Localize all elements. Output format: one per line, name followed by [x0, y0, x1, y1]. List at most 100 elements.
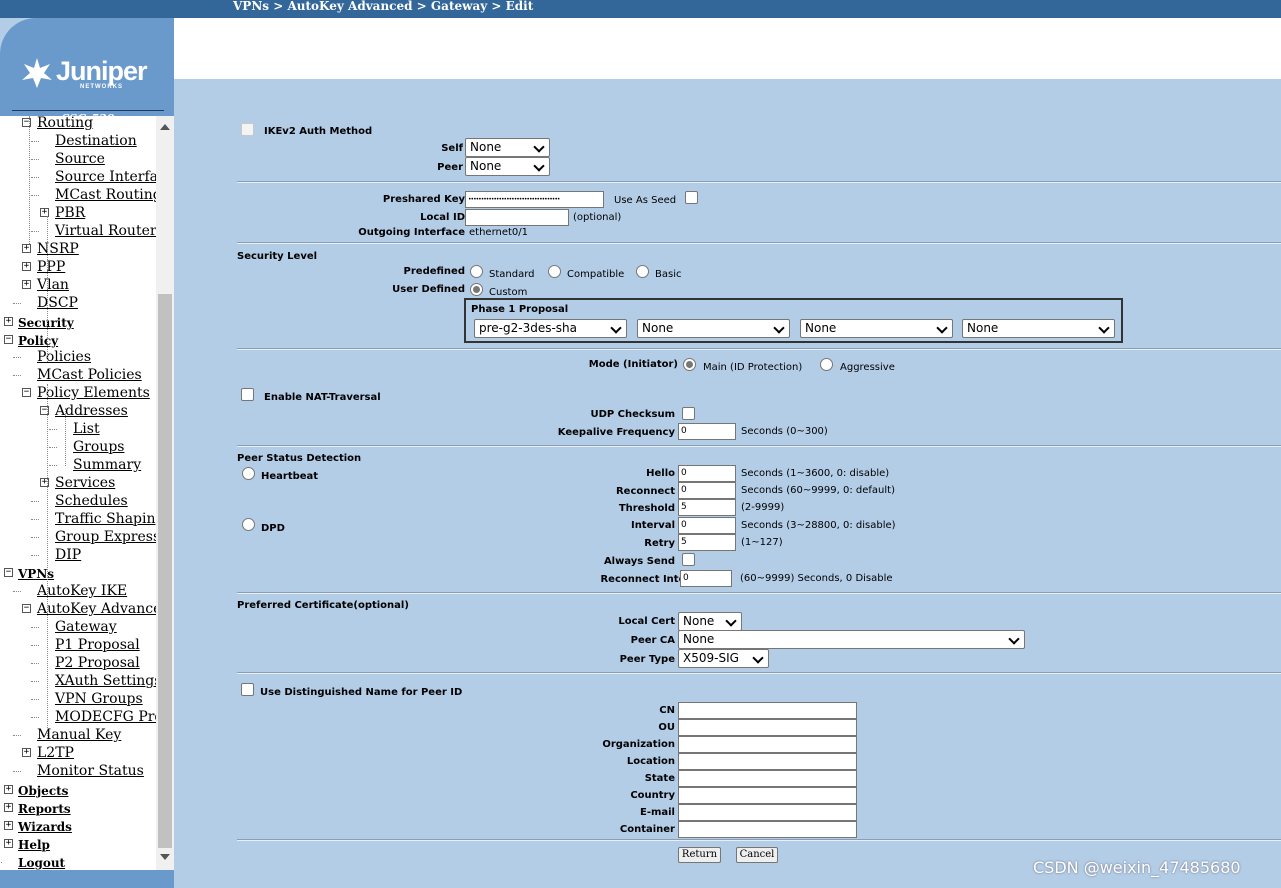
expand-icon[interactable]: +: [22, 244, 31, 253]
nav-item-groups[interactable]: Groups: [73, 438, 124, 456]
nav-item-autokey-advanced[interactable]: AutoKey Advanced: [37, 600, 156, 618]
nav-item-traffic-shaping[interactable]: Traffic Shaping: [55, 510, 156, 528]
nav-item-l2tp[interactable]: L2TP: [37, 744, 74, 762]
keepalive-input[interactable]: 0: [678, 423, 736, 440]
udp-checksum-checkbox[interactable]: [682, 407, 695, 420]
use-dn-checkbox[interactable]: [241, 683, 254, 696]
nav-item-help[interactable]: Help: [18, 836, 50, 854]
scroll-up-icon[interactable]: [160, 124, 170, 130]
nav-item-vlan[interactable]: Vlan: [37, 276, 69, 294]
nav-item-destination[interactable]: Destination: [55, 132, 137, 150]
nav-item-pbr[interactable]: PBR: [55, 204, 85, 222]
nav-item-reports[interactable]: Reports: [18, 800, 71, 818]
use-as-seed-checkbox[interactable]: [685, 191, 698, 204]
local-id-input[interactable]: [465, 209, 569, 226]
nav-item-monitor-status[interactable]: Monitor Status: [37, 762, 144, 780]
nav-item-wizards[interactable]: Wizards: [18, 818, 72, 836]
dn-state-input[interactable]: [678, 770, 857, 787]
peer-select[interactable]: None: [465, 157, 550, 176]
nav-item-services[interactable]: Services: [55, 474, 115, 492]
nav-item-list[interactable]: List: [73, 420, 100, 438]
hello-input[interactable]: 0: [678, 465, 736, 482]
psk-input[interactable]: ••••••••••••••••••••••••••••••••••••: [465, 191, 604, 208]
nav-item-p2-proposal[interactable]: P2 Proposal: [55, 654, 140, 672]
nav-item-dscp[interactable]: DSCP: [37, 294, 78, 312]
nav-item-ppp[interactable]: PPP: [37, 258, 65, 276]
peer-type-select[interactable]: X509-SIG: [678, 649, 769, 668]
dn-cn-input[interactable]: [678, 702, 857, 719]
ikev2-checkbox[interactable]: [241, 123, 254, 136]
self-select[interactable]: None: [465, 138, 550, 157]
expand-icon[interactable]: +: [4, 785, 13, 794]
nav-item-xauth-settings[interactable]: XAuth Settings: [55, 672, 156, 690]
collapse-icon[interactable]: −: [22, 388, 31, 397]
nav-item-objects[interactable]: Objects: [18, 782, 68, 800]
interval-input[interactable]: 0: [678, 517, 736, 534]
radio-standard[interactable]: [470, 265, 483, 278]
nav-item-mcast-policies[interactable]: MCast Policies: [37, 366, 142, 384]
collapse-icon[interactable]: −: [4, 568, 13, 577]
collapse-icon[interactable]: −: [22, 604, 31, 613]
peer-ca-select[interactable]: None: [678, 630, 1025, 649]
nav-item-gateway[interactable]: Gateway: [55, 618, 117, 636]
nav-item-p1-proposal[interactable]: P1 Proposal: [55, 636, 140, 654]
tree-connector: [47, 384, 48, 588]
always-send-checkbox[interactable]: [682, 553, 695, 566]
p1-proposal-select-3[interactable]: None: [800, 319, 953, 338]
expand-icon[interactable]: +: [4, 821, 13, 830]
p1-proposal-select-1[interactable]: pre-g2-3des-sha: [474, 319, 627, 338]
nav-item-summary[interactable]: Summary: [73, 456, 141, 474]
nav-item-security[interactable]: Security: [18, 314, 74, 332]
retry-input[interactable]: 5: [678, 534, 736, 551]
dn-container-input[interactable]: [678, 821, 857, 838]
radio-compatible[interactable]: [548, 265, 561, 278]
dn-ou-input[interactable]: [678, 719, 857, 736]
nav-item-dip[interactable]: DIP: [55, 546, 81, 564]
radio-main-mode[interactable]: [683, 358, 696, 371]
nav-item-schedules[interactable]: Schedules: [55, 492, 128, 510]
dn-e-mail-input[interactable]: [678, 804, 857, 821]
nav-item-policies[interactable]: Policies: [37, 348, 91, 366]
nav-item-manual-key[interactable]: Manual Key: [37, 726, 121, 744]
reconnect-input[interactable]: 0: [678, 482, 736, 499]
nav-item-virtual-routers[interactable]: Virtual Routers: [55, 222, 156, 240]
reconnect-interval-input[interactable]: 0: [680, 570, 732, 587]
radio-heartbeat[interactable]: [242, 467, 255, 480]
nav-item-logout[interactable]: Logout: [18, 854, 65, 870]
radio-dpd[interactable]: [242, 518, 255, 531]
nav-item-vpn-groups[interactable]: VPN Groups: [55, 690, 143, 708]
nav-item-autokey-ike[interactable]: AutoKey IKE: [37, 582, 127, 600]
nav-item-nsrp[interactable]: NSRP: [37, 240, 79, 258]
nav-item-routing[interactable]: Routing: [37, 116, 93, 132]
nav-item-vpns[interactable]: VPNs: [18, 565, 54, 583]
radio-custom[interactable]: [470, 283, 483, 296]
return-button[interactable]: Return: [678, 847, 721, 863]
dn-organization-input[interactable]: [678, 736, 857, 753]
expand-icon[interactable]: +: [22, 262, 31, 271]
radio-aggressive[interactable]: [820, 358, 833, 371]
nav-item-policy-elements[interactable]: Policy Elements: [37, 384, 150, 402]
nav-item-source[interactable]: Source: [55, 150, 105, 168]
expand-icon[interactable]: +: [22, 748, 31, 757]
cancel-button[interactable]: Cancel: [736, 847, 778, 863]
expand-icon[interactable]: +: [4, 317, 13, 326]
expand-icon[interactable]: +: [4, 839, 13, 848]
p1-proposal-select-4[interactable]: None: [962, 319, 1115, 338]
threshold-input[interactable]: 5: [678, 499, 736, 516]
nav-item-mcast-routing[interactable]: MCast Routing: [55, 186, 156, 204]
local-cert-select[interactable]: None: [678, 612, 742, 631]
radio-basic[interactable]: [636, 265, 649, 278]
p1-proposal-select-2[interactable]: None: [637, 319, 790, 338]
scroll-thumb[interactable]: [158, 294, 172, 848]
collapse-icon[interactable]: −: [4, 335, 13, 344]
dn-location-input[interactable]: [678, 753, 857, 770]
dn-country-input[interactable]: [678, 787, 857, 804]
expand-icon[interactable]: +: [22, 280, 31, 289]
nav-scrollbar[interactable]: [156, 116, 174, 870]
expand-icon[interactable]: +: [4, 803, 13, 812]
nat-traversal-checkbox[interactable]: [241, 388, 254, 401]
scroll-down-icon[interactable]: [160, 854, 170, 860]
nav-item-source-interface[interactable]: Source Interface: [55, 168, 156, 186]
nav-item-modecfg-profiles[interactable]: MODECFG Profiles: [55, 708, 156, 726]
nav-item-group-expressions[interactable]: Group Expressions: [55, 528, 156, 546]
